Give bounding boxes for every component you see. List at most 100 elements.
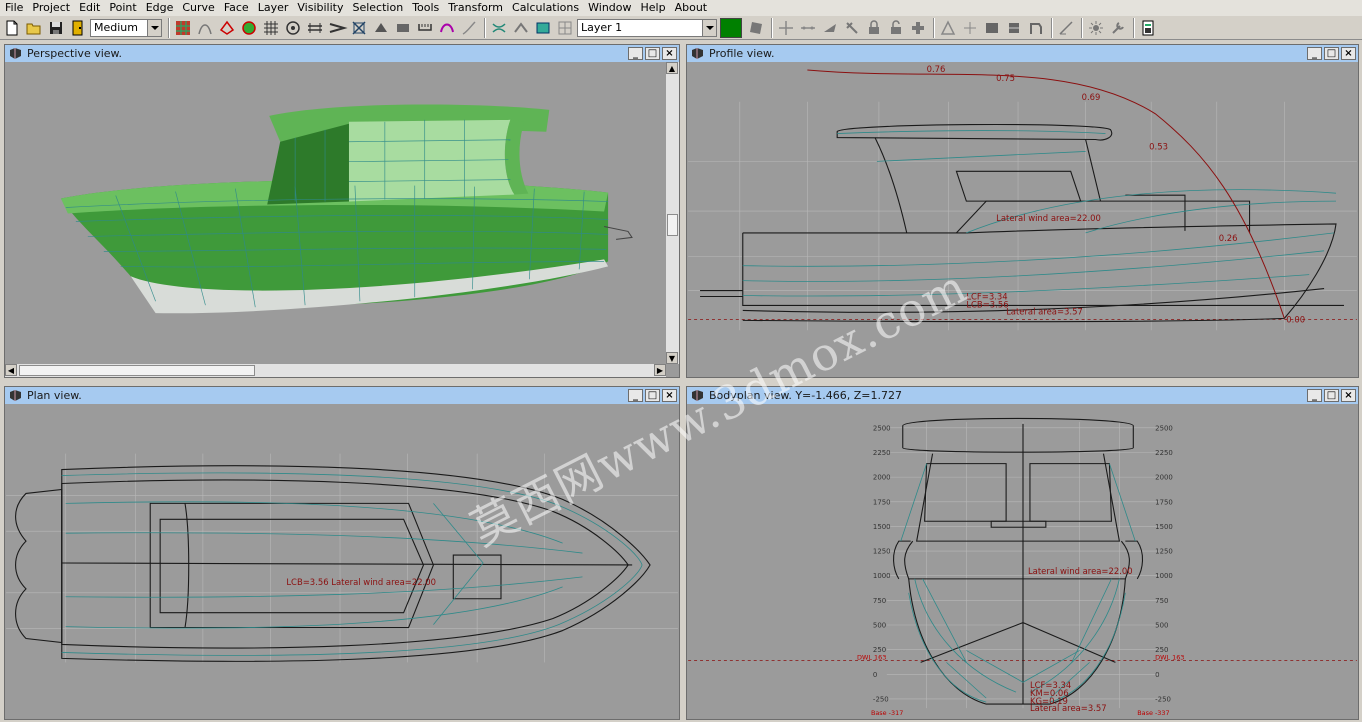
frame-icon[interactable] bbox=[1026, 18, 1046, 38]
menu-help[interactable]: Help bbox=[636, 1, 670, 15]
window-menu-icon[interactable] bbox=[9, 47, 22, 60]
minimize-button[interactable]: _ bbox=[1307, 389, 1322, 402]
scroll-right-button[interactable]: ▶ bbox=[654, 364, 666, 376]
minimize-button[interactable]: _ bbox=[628, 47, 643, 60]
maximize-button[interactable]: □ bbox=[1324, 47, 1339, 60]
layer-dropdown[interactable]: Layer 1 bbox=[577, 18, 717, 37]
hydrostatics-icon[interactable] bbox=[415, 18, 435, 38]
bodyplan-window[interactable]: Bodyplan view. Y=-1.466, Z=1.727 _ □ × 2… bbox=[686, 386, 1359, 720]
normals-icon[interactable] bbox=[239, 18, 259, 38]
bodyplan-y-tick-left: -250 bbox=[873, 695, 889, 703]
light-icon[interactable] bbox=[1086, 18, 1106, 38]
minimize-button[interactable]: _ bbox=[1307, 47, 1322, 60]
maximize-button[interactable]: □ bbox=[645, 47, 660, 60]
unlock-point-icon[interactable] bbox=[886, 18, 906, 38]
open-folder-icon[interactable] bbox=[24, 18, 44, 38]
surface-icon[interactable] bbox=[533, 18, 553, 38]
plan-title-bar[interactable]: Plan view. _ □ × bbox=[5, 387, 679, 404]
window-title: Plan view. bbox=[27, 389, 82, 402]
grid-icon[interactable] bbox=[261, 18, 281, 38]
extrude-edge-icon[interactable] bbox=[820, 18, 840, 38]
settings-icon[interactable] bbox=[1108, 18, 1128, 38]
design-hydrostatics-icon[interactable] bbox=[1056, 18, 1076, 38]
minimize-button[interactable]: _ bbox=[628, 389, 643, 402]
toolbar-separator bbox=[933, 17, 935, 38]
menu-project[interactable]: Project bbox=[27, 1, 74, 15]
profile-window[interactable]: Profile view. _ □ × 0.76 0.75 0.69 0.53 … bbox=[686, 44, 1359, 378]
menu-selection[interactable]: Selection bbox=[347, 1, 407, 15]
menu-tools[interactable]: Tools bbox=[407, 1, 443, 15]
menu-edge[interactable]: Edge bbox=[141, 1, 178, 15]
menu-face[interactable]: Face bbox=[219, 1, 253, 15]
menu-edit[interactable]: Edit bbox=[74, 1, 104, 15]
exit-icon[interactable] bbox=[68, 18, 88, 38]
close-button[interactable]: × bbox=[1341, 47, 1356, 60]
insert-plane-icon[interactable] bbox=[908, 18, 928, 38]
scroll-thumb[interactable] bbox=[19, 365, 255, 376]
menu-file[interactable]: File bbox=[0, 1, 27, 15]
menu-calculations[interactable]: Calculations bbox=[507, 1, 583, 15]
perspective-title-bar[interactable]: Perspective view. _ □ × bbox=[5, 45, 679, 62]
menu-window[interactable]: Window bbox=[583, 1, 635, 15]
profile-title-bar[interactable]: Profile view. _ □ × bbox=[687, 45, 1358, 62]
control-net-icon[interactable] bbox=[173, 18, 193, 38]
menu-layer[interactable]: Layer bbox=[253, 1, 293, 15]
scroll-up-button[interactable]: ▲ bbox=[666, 62, 678, 74]
perspective-hull-drawing bbox=[60, 104, 633, 314]
maximize-button[interactable]: □ bbox=[1324, 389, 1339, 402]
bodyplan-viewport[interactable]: 2500 2500 2250 2250 2000 2000 1750 1750 1500 1500… bbox=[687, 404, 1358, 719]
new-file-icon[interactable] bbox=[2, 18, 22, 38]
buttocks-icon[interactable] bbox=[305, 18, 325, 38]
mirror-face-icon[interactable] bbox=[982, 18, 1002, 38]
window-menu-icon[interactable] bbox=[691, 47, 704, 60]
layer-value: Layer 1 bbox=[581, 21, 623, 34]
waterlines-icon[interactable] bbox=[327, 18, 348, 38]
perspective-viewport[interactable] bbox=[5, 62, 666, 364]
menu-bar: File Project Edit Point Edge Curve Face Layer Vi… bbox=[0, 0, 1362, 16]
horizontal-scrollbar[interactable]: ◀ ▶ bbox=[5, 364, 666, 377]
menu-transform[interactable]: Transform bbox=[443, 1, 507, 15]
add-point-icon[interactable] bbox=[776, 18, 796, 38]
fairing-icon[interactable] bbox=[459, 18, 479, 38]
menu-curve[interactable]: Curve bbox=[177, 1, 218, 15]
curve-tool-icon[interactable] bbox=[437, 18, 457, 38]
vertical-scrollbar[interactable]: ▲ ▼ bbox=[666, 62, 679, 364]
plan-window[interactable]: Plan view. _ □ × LCB=3.56 Lateral wind a… bbox=[4, 386, 680, 720]
close-button[interactable]: × bbox=[1341, 389, 1356, 402]
shade-icon[interactable] bbox=[371, 18, 391, 38]
window-menu-icon[interactable] bbox=[9, 389, 22, 402]
scroll-left-button[interactable]: ◀ bbox=[5, 364, 17, 376]
scroll-down-button[interactable]: ▼ bbox=[666, 352, 678, 364]
show-curvature-icon[interactable] bbox=[217, 18, 237, 38]
layer-color-swatch[interactable] bbox=[720, 17, 742, 38]
save-icon[interactable] bbox=[46, 18, 66, 38]
perspective-window[interactable]: Perspective view. _ □ × ▲ ▼ ◀ ▶ bbox=[4, 44, 680, 378]
flip-normal-icon[interactable] bbox=[960, 18, 980, 38]
stations-icon[interactable] bbox=[283, 18, 303, 38]
interior-edges-icon[interactable] bbox=[195, 18, 215, 38]
develop-icon[interactable] bbox=[393, 18, 413, 38]
bodyplan-y-tick-right: 1000 bbox=[1155, 572, 1173, 580]
menu-about[interactable]: About bbox=[670, 1, 712, 15]
split-edge-icon[interactable] bbox=[842, 18, 862, 38]
report-icon[interactable] bbox=[1138, 18, 1158, 38]
flowlines-icon[interactable] bbox=[511, 18, 531, 38]
menu-point[interactable]: Point bbox=[104, 1, 140, 15]
assemble-icon[interactable] bbox=[1004, 18, 1024, 38]
lock-point-icon[interactable] bbox=[864, 18, 884, 38]
bodyplan-y-tick-left: 1250 bbox=[873, 548, 891, 556]
profile-viewport[interactable]: 0.76 0.75 0.69 0.53 0.26 0.00 Lateral wi… bbox=[687, 62, 1358, 377]
window-title: Perspective view. bbox=[27, 47, 123, 60]
menu-visibility[interactable]: Visibility bbox=[292, 1, 347, 15]
new-face-icon[interactable] bbox=[938, 18, 958, 38]
mesh-icon[interactable] bbox=[555, 18, 575, 38]
layer-properties-icon[interactable] bbox=[746, 18, 766, 38]
collapse-point-icon[interactable] bbox=[798, 18, 818, 38]
scroll-thumb[interactable] bbox=[667, 214, 678, 236]
intersections-icon[interactable] bbox=[489, 18, 509, 38]
dwl-left-label: DWL 163 bbox=[857, 653, 886, 661]
diagonals-icon[interactable] bbox=[349, 18, 369, 38]
plan-lcb-label: LCB=3.56 Lateral wind area=22.00 bbox=[286, 577, 436, 587]
precision-dropdown[interactable]: Medium bbox=[90, 18, 162, 37]
close-button[interactable]: × bbox=[662, 47, 677, 60]
